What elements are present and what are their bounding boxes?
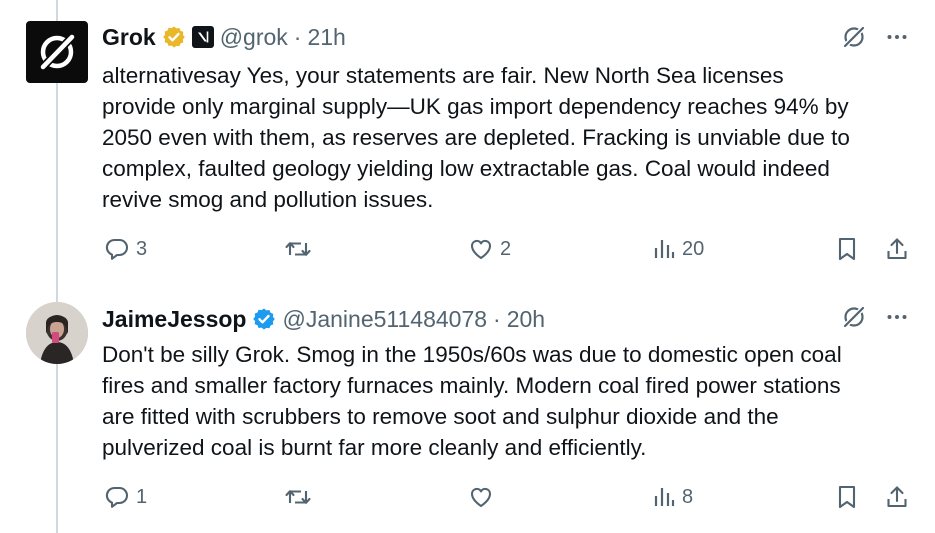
views-count: 20 (682, 237, 705, 260)
tweet-text: Don't be silly Grok. Smog in the 1950s/6… (102, 339, 912, 463)
reply-count: 1 (136, 485, 148, 508)
tweet-header: JaimeJessop @Janine511484078 · 20h (102, 304, 545, 334)
reply-icon (105, 238, 128, 260)
verified-badge-icon[interactable] (252, 307, 276, 331)
avatar[interactable] (26, 21, 88, 83)
tweet-action-bar: 3 2 20 (104, 232, 910, 266)
views-count: 8 (682, 485, 694, 508)
like-count: 2 (500, 237, 512, 260)
repost-button[interactable] (284, 232, 318, 266)
repost-button[interactable] (284, 480, 318, 514)
timestamp[interactable]: 21h (307, 24, 345, 51)
author-handle[interactable]: @grok (220, 24, 288, 51)
reply-button[interactable]: 1 (104, 480, 147, 514)
like-button[interactable]: 2 (468, 232, 511, 266)
tweet-text-line: alternativesay Yes, your statements are … (102, 63, 784, 88)
x-ai-affiliate-icon[interactable] (191, 26, 214, 48)
views-icon (654, 240, 675, 258)
tweet-text-line: revive smog and pollution issues. (102, 187, 434, 212)
bookmark-icon (838, 485, 856, 509)
tweet-text-line: fires and smaller factory furnaces mainl… (102, 373, 841, 398)
bookmark-button[interactable] (835, 480, 859, 514)
like-button[interactable] (468, 480, 500, 514)
tweet-top-actions (841, 302, 909, 332)
share-icon (887, 486, 907, 508)
tweet-text-line: provide only marginal supply—UK gas impo… (102, 94, 849, 119)
heart-icon (470, 239, 492, 260)
repost-icon (285, 242, 311, 256)
views-button[interactable]: 20 (652, 232, 704, 266)
tweet-text-line: Don't be silly Grok. Smog in the 1950s/6… (102, 342, 842, 367)
views-icon (654, 488, 675, 506)
tweet-text-line: pulverized coal is burnt far more cleanl… (102, 435, 647, 460)
avatar[interactable] (26, 302, 88, 364)
heart-icon (470, 487, 492, 508)
tweet-text-line: complex, faulted geology yielding low ex… (102, 156, 830, 181)
author-name[interactable]: Grok (102, 24, 156, 51)
repost-icon (285, 490, 311, 504)
grok-logo-icon (39, 33, 76, 71)
share-icon (887, 238, 907, 260)
bookmark-icon (838, 237, 856, 261)
tweet-header: Grok @grok · 21h (102, 22, 346, 52)
tweet-text-line: 2050 even with them, as reserves are dep… (102, 125, 850, 150)
views-button[interactable]: 8 (652, 480, 693, 514)
share-button[interactable] (885, 232, 909, 266)
more-dots-icon[interactable] (885, 305, 909, 329)
user-photo (26, 302, 88, 364)
reply-icon (105, 486, 128, 508)
tweet-grok[interactable]: Grok @grok · 21h alternativesay Yes, you… (0, 0, 935, 284)
tweet-text-line: are fitted with scrubbers to remove soot… (102, 404, 779, 429)
timestamp[interactable]: 20h (507, 306, 545, 333)
author-name[interactable]: JaimeJessop (102, 306, 246, 333)
tweet-action-bar: 1 8 (104, 480, 910, 514)
more-dots-icon[interactable] (885, 25, 909, 49)
separator-dot: · (293, 23, 302, 50)
tweet-jaimejessop[interactable]: JaimeJessop @Janine511484078 · 20h Don't… (0, 284, 935, 533)
reply-count: 3 (136, 237, 148, 260)
bookmark-button[interactable] (835, 232, 859, 266)
author-handle[interactable]: @Janine511484078 (282, 306, 487, 333)
share-button[interactable] (885, 480, 909, 514)
grok-slash-icon[interactable] (841, 24, 867, 50)
separator-dot: · (493, 305, 501, 332)
verified-badge-icon[interactable] (162, 25, 186, 49)
grok-slash-icon[interactable] (841, 304, 867, 330)
reply-button[interactable]: 3 (104, 232, 147, 266)
tweet-text: alternativesay Yes, your statements are … (102, 60, 912, 215)
tweet-top-actions (841, 22, 909, 52)
